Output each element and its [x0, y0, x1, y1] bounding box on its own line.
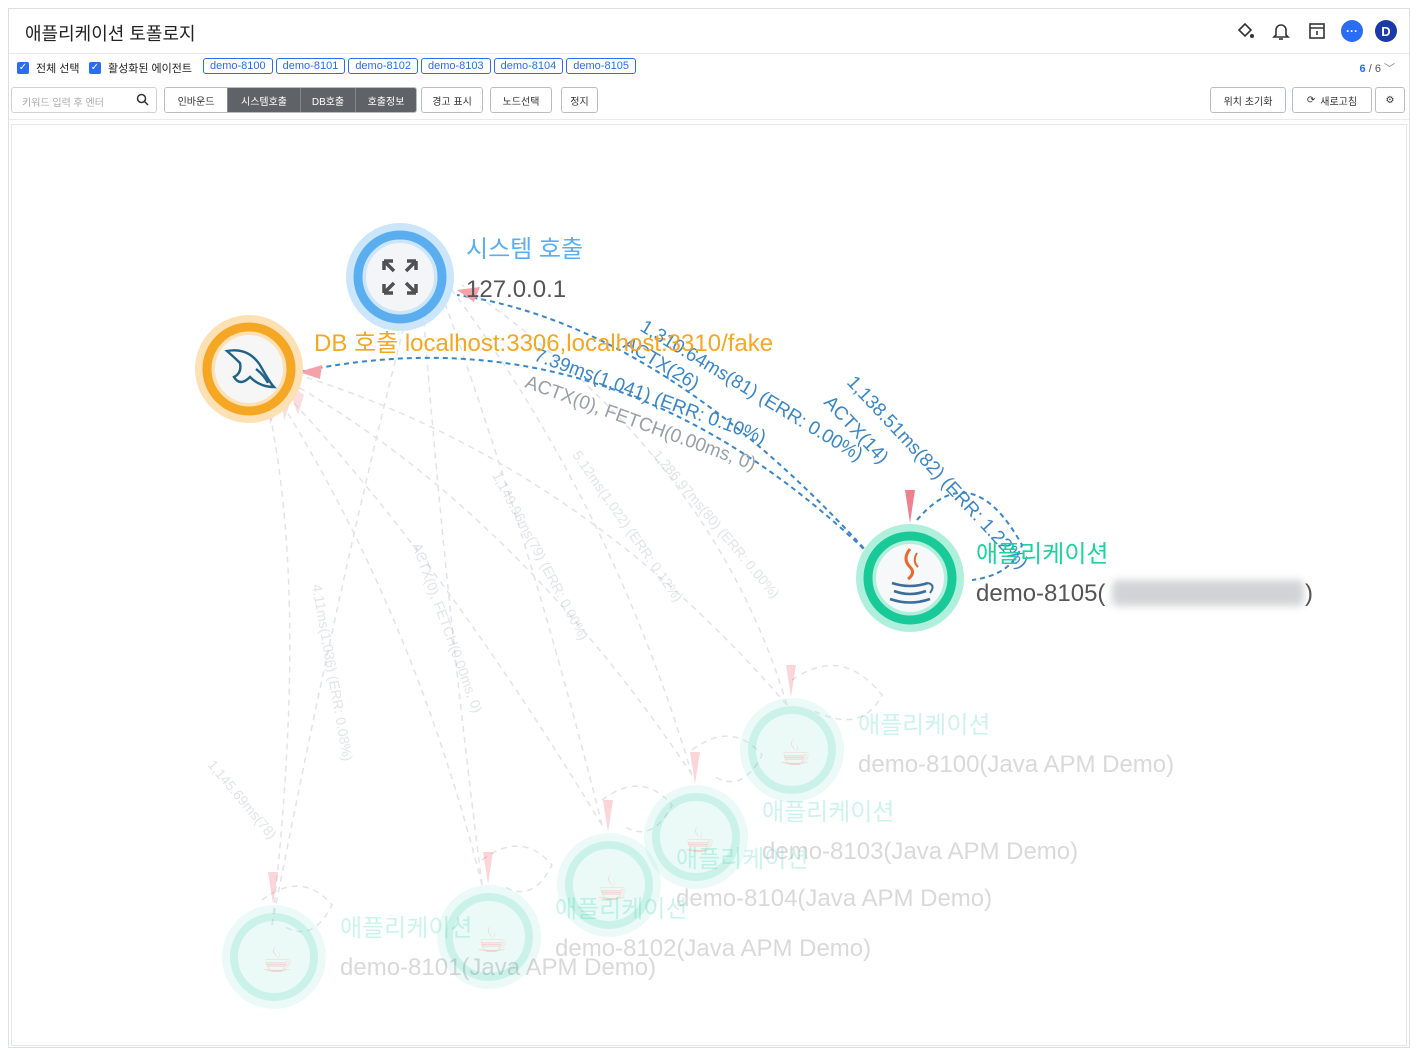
gear-icon: ⚙	[1385, 94, 1395, 106]
agent-chip[interactable]: demo-8105	[566, 58, 636, 74]
agent-chip[interactable]: demo-8104	[493, 58, 564, 74]
agent-chip[interactable]: demo-8102	[348, 58, 418, 74]
agent-count-total: / 6	[1368, 63, 1381, 75]
system-node-subtitle: 127.0.0.1	[466, 276, 566, 303]
faded-app-title: 애플리케이션	[858, 712, 990, 739]
call-info-button[interactable]: 호출정보	[355, 88, 416, 112]
faded-app-title: 애플리케이션	[340, 915, 472, 942]
faded-app-subtitle: demo-8104(Java APM Demo)	[676, 885, 992, 912]
select-all-checkbox[interactable]: ✓ 전체 선택	[17, 60, 80, 76]
faded-app-subtitle: demo-8101(Java APM Demo)	[340, 954, 656, 981]
svg-text:1,149.96ms(79) (ERR: 0.00%): 1,149.96ms(79) (ERR: 0.00%)	[489, 469, 592, 643]
page-title: 애플리케이션 토폴로지	[25, 24, 196, 44]
agent-chip[interactable]: demo-8100	[203, 58, 273, 74]
refresh-label: 새로고침	[1320, 96, 1358, 108]
svg-text:☕: ☕	[261, 939, 293, 980]
inbound-button[interactable]: 인바운드	[165, 88, 227, 112]
avatar[interactable]: D	[1375, 20, 1397, 42]
faded-app-subtitle: demo-8103(Java APM Demo)	[762, 838, 1078, 865]
calendar-icon[interactable]	[1305, 19, 1329, 43]
faded-edge-labels: 4.11ms(1,036) (ERR: 0.08%) 1,145.69ms(78…	[205, 447, 783, 842]
search-icon[interactable]	[136, 93, 149, 111]
svg-text:4.11ms(1,036) (ERR: 0.08%): 4.11ms(1,036) (ERR: 0.08%)	[309, 583, 356, 763]
node-select-button[interactable]: 노드선택	[490, 87, 552, 113]
topology-window: 애플리케이션 토폴로지 ··· D ✓ 전체 선택 ✓ 활성화된 에이전트 de…	[8, 8, 1410, 1048]
bell-icon[interactable]	[1269, 19, 1293, 43]
chat-icon[interactable]: ···	[1341, 20, 1363, 42]
app-node-8105[interactable]: 애플리케이션 demo-8105( )	[856, 524, 1313, 632]
active-agents-checkbox[interactable]: ✓ 활성화된 에이전트	[89, 60, 192, 76]
header-actions: ··· D	[1233, 19, 1397, 43]
settings-button[interactable]: ⚙	[1375, 87, 1405, 113]
agent-chip[interactable]: demo-8103	[420, 58, 491, 74]
svg-text:☕: ☕	[779, 732, 811, 773]
call-type-segment: 인바운드 시스템호출 DB호출 호출정보	[164, 87, 417, 113]
app-node-subtitle: demo-8105(	[976, 580, 1105, 607]
paint-bucket-icon[interactable]	[1233, 19, 1257, 43]
active-agents-label: 활성화된 에이전트	[108, 63, 193, 75]
title-bar: 애플리케이션 토폴로지 ··· D	[9, 9, 1409, 54]
agent-count-dropdown[interactable]: 6 / 6 ﹀	[1360, 60, 1395, 76]
chevron-down-icon: ﹀	[1384, 63, 1395, 75]
check-icon: ✓	[17, 62, 29, 74]
agent-chip[interactable]: demo-8101	[275, 58, 346, 74]
svg-text:1,145.69ms(78): 1,145.69ms(78)	[205, 757, 280, 842]
redacted-label	[1112, 580, 1304, 606]
faded-app-title: 애플리케이션	[555, 896, 687, 923]
agent-filter-bar: ✓ 전체 선택 ✓ 활성화된 에이전트 demo-8100 demo-8101 …	[9, 54, 1409, 80]
system-call-button[interactable]: 시스템호출	[227, 88, 300, 112]
agent-chip-list: demo-8100 demo-8101 demo-8102 demo-8103 …	[203, 58, 636, 74]
system-node-title: 시스템 호출	[466, 236, 583, 263]
topology-graph: 4.11ms(1,036) (ERR: 0.08%) 1,145.69ms(78…	[195, 223, 1313, 1009]
db-node-title: DB 호출 localhost:3306,localhost:3310/fake	[314, 330, 773, 357]
warning-button[interactable]: 경고 표시	[421, 87, 483, 113]
select-all-label: 전체 선택	[36, 63, 80, 75]
refresh-icon: ⟳	[1306, 94, 1316, 106]
reset-position-button[interactable]: 위치 초기화	[1210, 87, 1286, 113]
agent-count-selected: 6	[1359, 63, 1366, 75]
faded-app-title: 애플리케이션	[676, 846, 808, 873]
topology-canvas[interactable]: 4.11ms(1,036) (ERR: 0.08%) 1,145.69ms(78…	[11, 124, 1407, 1046]
db-call-button[interactable]: DB호출	[300, 88, 355, 112]
faded-app-title: 애플리케이션	[762, 799, 894, 826]
app-node-subtitle-end: )	[1305, 580, 1313, 607]
faded-app-subtitle: demo-8100(Java APM Demo)	[858, 751, 1174, 778]
search-input[interactable]: 키워드 입력 후 엔터	[11, 87, 157, 113]
faded-app-node-8100[interactable]: ☕ 애플리케이션 demo-8100(Java APM Demo)	[740, 665, 1174, 802]
refresh-button[interactable]: ⟳ 새로고침	[1292, 87, 1372, 113]
app-node-title: 애플리케이션	[976, 541, 1108, 568]
system-call-node[interactable]: 시스템 호출 127.0.0.1	[346, 223, 583, 331]
stop-button[interactable]: 정지	[561, 87, 598, 113]
check-icon: ✓	[89, 62, 101, 74]
search-placeholder: 키워드 입력 후 엔터	[22, 98, 104, 109]
topology-toolbar: 키워드 입력 후 엔터 인바운드 시스템호출 DB호출 호출정보 경고 표시 노…	[9, 85, 1409, 120]
